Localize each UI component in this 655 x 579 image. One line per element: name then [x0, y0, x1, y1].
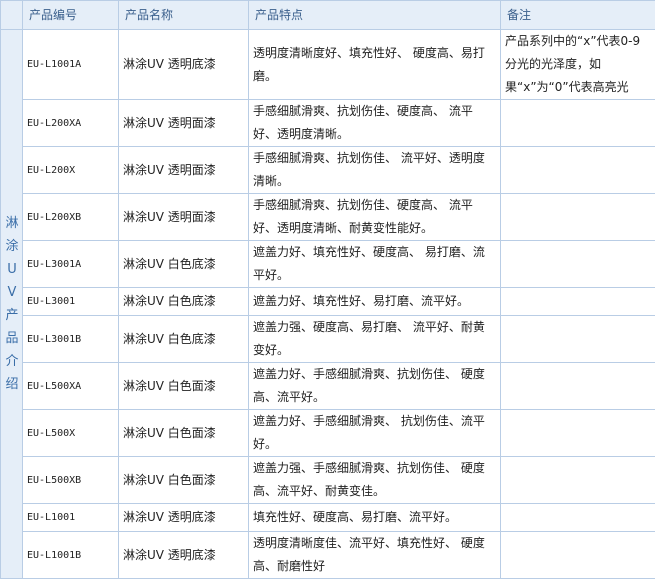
- product-code: EU-L3001: [23, 288, 119, 316]
- product-features: 填充性好、硬度高、易打磨、流平好。: [249, 504, 501, 532]
- table-row: EU-L200X 淋涂UV 透明面漆 手感细腻滑爽、抗划伤佳、 流平好、透明度清…: [1, 147, 655, 194]
- table-row: EU-L500X 淋涂UV 白色面漆 遮盖力好、手感细腻滑爽、 抗划伤佳、流平好…: [1, 410, 655, 457]
- product-note-empty: [501, 194, 655, 241]
- side-category-text: 淋涂UV产品介绍: [5, 212, 19, 396]
- product-code: EU-L500X: [23, 410, 119, 457]
- product-code: EU-L500XA: [23, 363, 119, 410]
- table-row: EU-L3001 淋涂UV 白色底漆 遮盖力好、填充性好、易打磨、流平好。: [1, 288, 655, 316]
- table-row: EU-L1001B 淋涂UV 透明底漆 透明度清晰度佳、流平好、填充性好、 硬度…: [1, 532, 655, 579]
- table-row: EU-L200XA 淋涂UV 透明面漆 手感细腻滑爽、抗划伤佳、硬度高、 流平好…: [1, 100, 655, 147]
- header-features: 产品特点: [249, 1, 501, 30]
- product-note-empty: [501, 457, 655, 504]
- product-code: EU-L1001: [23, 504, 119, 532]
- product-note-empty: [501, 410, 655, 457]
- header-note: 备注: [501, 1, 655, 30]
- product-features: 遮盖力好、手感细腻滑爽、抗划伤佳、 硬度高、流平好。: [249, 363, 501, 410]
- product-code: EU-L200XA: [23, 100, 119, 147]
- table-row: 淋涂UV产品介绍 EU-L1001A 淋涂UV 透明底漆 透明度清晰度好、填充性…: [1, 30, 655, 100]
- product-code: EU-L1001B: [23, 532, 119, 579]
- product-features: 手感细腻滑爽、抗划伤佳、 流平好、透明度清晰。: [249, 147, 501, 194]
- product-name: 淋涂UV 白色底漆: [119, 288, 249, 316]
- product-code: EU-L200X: [23, 147, 119, 194]
- product-features: 透明度清晰度佳、流平好、填充性好、 硬度高、耐磨性好: [249, 532, 501, 579]
- side-category-label: 淋涂UV产品介绍: [1, 30, 23, 579]
- product-features: 透明度清晰度好、填充性好、 硬度高、易打磨。: [249, 30, 501, 100]
- table-row: EU-L3001B 淋涂UV 白色底漆 遮盖力强、硬度高、易打磨、 流平好、耐黄…: [1, 316, 655, 363]
- product-note: 产品系列中的“x”代表0-9分光的光泽度，如果“x”为“0”代表高亮光: [501, 30, 655, 100]
- product-name: 淋涂UV 白色面漆: [119, 410, 249, 457]
- product-name: 淋涂UV 透明面漆: [119, 147, 249, 194]
- product-note-empty: [501, 241, 655, 288]
- product-note-empty: [501, 363, 655, 410]
- product-note-empty: [501, 532, 655, 579]
- product-note-empty: [501, 147, 655, 194]
- product-note-empty: [501, 316, 655, 363]
- product-table: 产品编号 产品名称 产品特点 备注 淋涂UV产品介绍 EU-L1001A 淋涂U…: [0, 0, 655, 579]
- product-table-container: 产品编号 产品名称 产品特点 备注 淋涂UV产品介绍 EU-L1001A 淋涂U…: [0, 0, 655, 576]
- product-note-empty: [501, 288, 655, 316]
- product-features: 遮盖力强、硬度高、易打磨、 流平好、耐黄变好。: [249, 316, 501, 363]
- header-corner: [1, 1, 23, 30]
- product-name: 淋涂UV 白色底漆: [119, 316, 249, 363]
- table-row: EU-L200XB 淋涂UV 透明面漆 手感细腻滑爽、抗划伤佳、硬度高、 流平好…: [1, 194, 655, 241]
- product-features: 手感细腻滑爽、抗划伤佳、硬度高、 流平好、透明度清晰、耐黄变性能好。: [249, 194, 501, 241]
- product-note-empty: [501, 504, 655, 532]
- header-name: 产品名称: [119, 1, 249, 30]
- table-row: EU-L500XA 淋涂UV 白色面漆 遮盖力好、手感细腻滑爽、抗划伤佳、 硬度…: [1, 363, 655, 410]
- product-name: 淋涂UV 白色面漆: [119, 363, 249, 410]
- product-code: EU-L200XB: [23, 194, 119, 241]
- table-row: EU-L3001A 淋涂UV 白色底漆 遮盖力好、填充性好、硬度高、 易打磨、流…: [1, 241, 655, 288]
- product-features: 遮盖力好、填充性好、易打磨、流平好。: [249, 288, 501, 316]
- product-name: 淋涂UV 透明底漆: [119, 504, 249, 532]
- product-name: 淋涂UV 白色底漆: [119, 241, 249, 288]
- product-features: 手感细腻滑爽、抗划伤佳、硬度高、 流平好、透明度清晰。: [249, 100, 501, 147]
- product-name: 淋涂UV 透明面漆: [119, 100, 249, 147]
- product-code: EU-L1001A: [23, 30, 119, 100]
- product-name: 淋涂UV 透明面漆: [119, 194, 249, 241]
- product-code: EU-L3001B: [23, 316, 119, 363]
- product-name: 淋涂UV 透明底漆: [119, 532, 249, 579]
- product-code: EU-L3001A: [23, 241, 119, 288]
- product-code: EU-L500XB: [23, 457, 119, 504]
- product-features: 遮盖力好、填充性好、硬度高、 易打磨、流平好。: [249, 241, 501, 288]
- table-row: EU-L500XB 淋涂UV 白色面漆 遮盖力强、手感细腻滑爽、抗划伤佳、 硬度…: [1, 457, 655, 504]
- product-features: 遮盖力强、手感细腻滑爽、抗划伤佳、 硬度高、流平好、耐黄变佳。: [249, 457, 501, 504]
- product-note-empty: [501, 100, 655, 147]
- header-code: 产品编号: [23, 1, 119, 30]
- table-row: EU-L1001 淋涂UV 透明底漆 填充性好、硬度高、易打磨、流平好。: [1, 504, 655, 532]
- product-name: 淋涂UV 透明底漆: [119, 30, 249, 100]
- product-name: 淋涂UV 白色面漆: [119, 457, 249, 504]
- product-features: 遮盖力好、手感细腻滑爽、 抗划伤佳、流平好。: [249, 410, 501, 457]
- table-header-row: 产品编号 产品名称 产品特点 备注: [1, 1, 655, 30]
